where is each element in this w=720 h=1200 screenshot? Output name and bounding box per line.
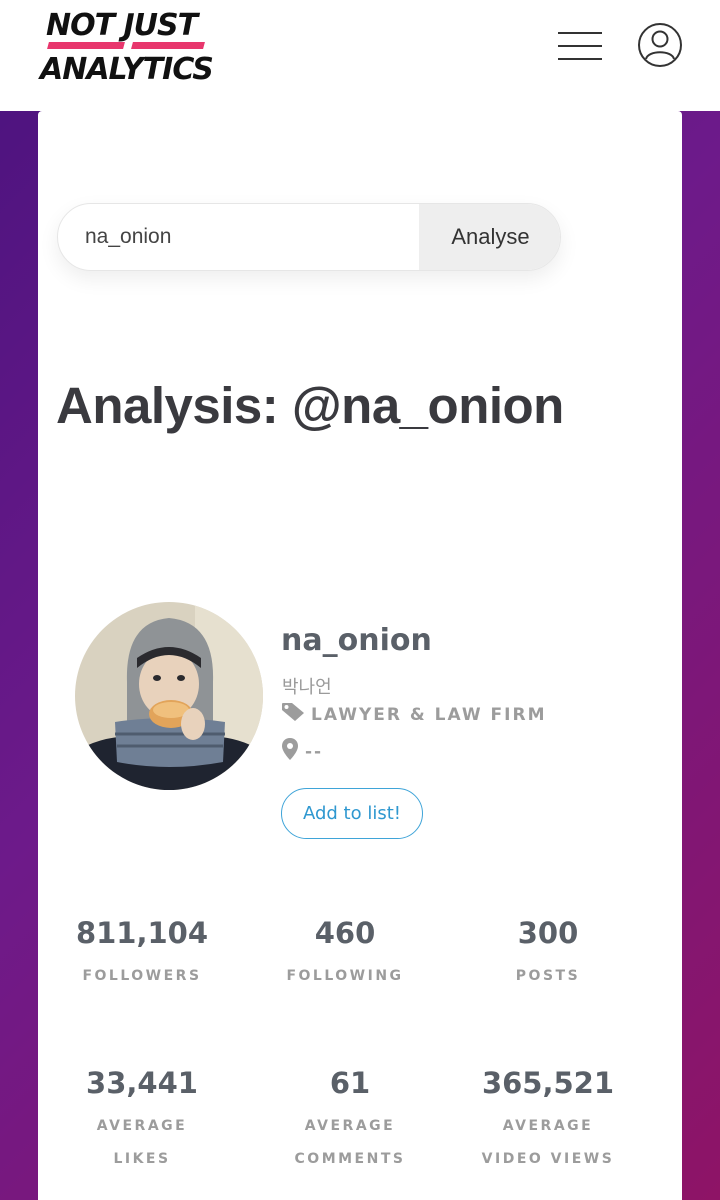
tag-icon xyxy=(281,702,305,727)
stat-following: 460 FOLLOWING xyxy=(245,916,445,993)
stat-label: AVERAGE COMMENTS xyxy=(294,1118,406,1167)
stat-label: AVERAGE LIKES xyxy=(96,1118,188,1167)
stat-value: 300 xyxy=(517,916,579,950)
stat-average-likes: 33,441 AVERAGE LIKES xyxy=(42,1066,242,1176)
site-header: NOT JUST ANALYTICS xyxy=(0,0,720,111)
analysis-card: Analyse Analysis: @na_onion na_onion 박나언 xyxy=(38,111,682,1200)
add-to-list-button[interactable]: Add to list! xyxy=(281,788,423,839)
stat-value: 811,104 xyxy=(75,916,209,950)
stat-followers: 811,104 FOLLOWERS xyxy=(42,916,242,993)
stat-value: 61 xyxy=(329,1066,371,1100)
hamburger-menu-icon[interactable] xyxy=(556,28,604,64)
user-account-icon[interactable] xyxy=(637,22,683,68)
stat-posts: 300 POSTS xyxy=(448,916,648,993)
stat-average-video-views: 365,521 AVERAGE VIDEO VIEWS xyxy=(448,1066,648,1176)
search-bar: Analyse xyxy=(57,203,561,271)
stat-label: FOLLOWING xyxy=(286,968,404,984)
profile-location: -- xyxy=(281,737,323,766)
stat-value: 460 xyxy=(314,916,376,950)
search-input[interactable] xyxy=(58,204,418,270)
stat-value: 365,521 xyxy=(481,1066,615,1100)
logo-line-1: NOT JUST xyxy=(46,8,198,43)
location-text: -- xyxy=(305,741,324,762)
logo-line-2: ANALYTICS xyxy=(40,52,214,87)
category-text: LAWYER & LAW FIRM xyxy=(311,704,547,725)
profile-category: LAWYER & LAW FIRM xyxy=(281,702,547,727)
analyse-button[interactable]: Analyse xyxy=(419,204,560,270)
stat-value: 33,441 xyxy=(86,1066,198,1100)
site-logo[interactable]: NOT JUST ANALYTICS xyxy=(40,6,214,87)
profile-display-name: 박나언 xyxy=(282,677,332,698)
stat-average-comments: 61 AVERAGE COMMENTS xyxy=(250,1066,450,1176)
map-pin-icon xyxy=(281,737,299,766)
stat-label: FOLLOWERS xyxy=(82,968,202,984)
stat-label: POSTS xyxy=(515,968,581,984)
page-title: Analysis: @na_onion xyxy=(56,377,564,434)
stat-label: AVERAGE VIDEO VIEWS xyxy=(481,1118,615,1167)
profile-username: na_onion xyxy=(281,623,432,658)
profile-avatar xyxy=(75,602,263,790)
